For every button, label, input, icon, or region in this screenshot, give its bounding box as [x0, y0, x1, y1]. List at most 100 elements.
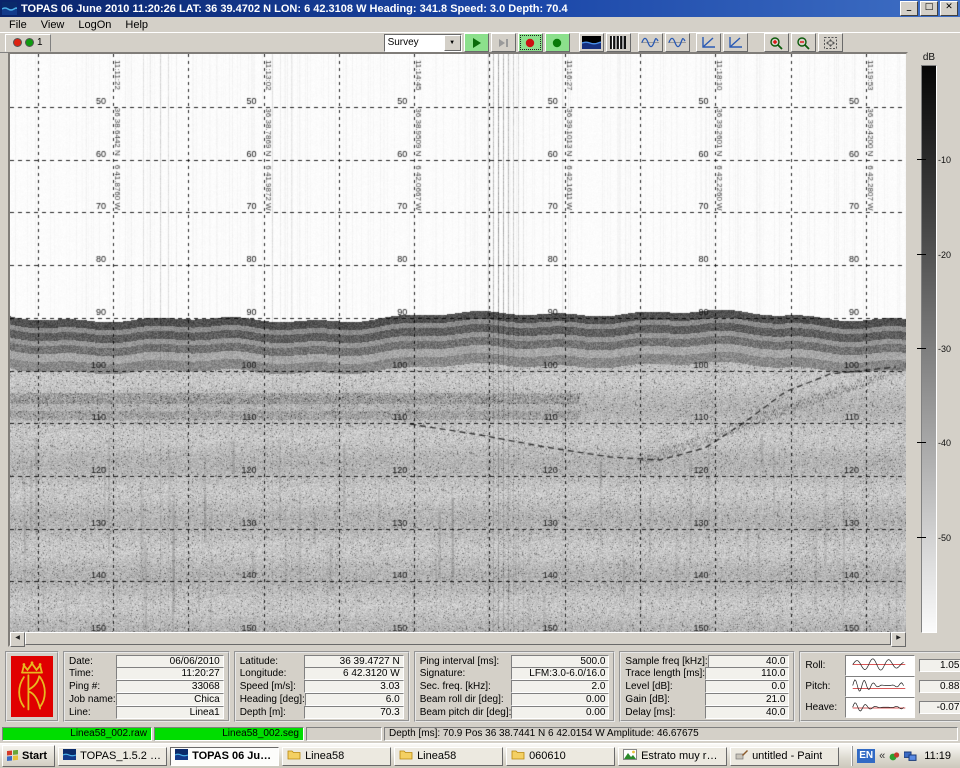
status-bar: Linea58_002.raw Linea58_002.seg Depth [m… — [0, 726, 960, 742]
field-row: Beam roll dir [deg]:0.00 — [420, 693, 610, 705]
record-led-red-icon — [13, 38, 22, 47]
menu-help[interactable]: Help — [118, 19, 155, 31]
axes-icon — [700, 36, 716, 49]
field-row: Ping #:33068 — [69, 681, 224, 693]
pitch-waveform — [845, 676, 915, 697]
single-trace-b-button[interactable] — [665, 33, 690, 52]
record-raw-button[interactable] — [518, 33, 543, 52]
motion-row: Pitch:0.88 — [805, 676, 960, 697]
survey-mode-select[interactable]: Survey ▼ — [384, 34, 462, 52]
window-maximize-button[interactable]: □ — [920, 1, 938, 16]
window-close-button[interactable]: ✕ — [940, 1, 958, 16]
motion-value: 1.05 — [919, 659, 960, 672]
db-tick — [917, 348, 926, 349]
field-row: Sec. freq. [kHz]:2.0 — [420, 681, 610, 693]
record-processed-button[interactable] — [545, 33, 570, 52]
field-label: Job name: — [69, 694, 116, 705]
db-tick-label: -40 — [938, 438, 951, 448]
field-label: Ping interval [ms]: — [420, 656, 512, 667]
field-value: 6.0 — [305, 693, 404, 706]
taskbar-item-5[interactable]: 060610 — [506, 747, 615, 766]
tray-network-icon[interactable] — [904, 751, 917, 762]
window-minimize-button[interactable]: _ — [900, 1, 918, 16]
menu-file[interactable]: File — [2, 19, 34, 31]
taskbar-item-label: 060610 — [529, 750, 566, 762]
single-ping-button[interactable] — [491, 33, 516, 52]
transmit-group: Ping interval [ms]:500.0Signature:LFM:3.… — [414, 651, 616, 722]
db-tick — [917, 159, 926, 160]
tray-app-icon[interactable] — [889, 751, 900, 762]
taskbar-item-6[interactable]: Estrato muy reflectivo ... — [618, 747, 727, 766]
green-dot-icon — [550, 37, 564, 49]
echogram-canvas[interactable] — [10, 54, 906, 632]
field-row: Heading [deg]:6.0 — [240, 693, 404, 705]
echogram-view-button[interactable] — [579, 33, 604, 52]
echogram-icon — [582, 36, 601, 49]
survey-dropdown-arrow-icon[interactable]: ▼ — [444, 35, 461, 51]
scope-a-button[interactable] — [696, 33, 721, 52]
field-label: Longitude: — [240, 668, 304, 679]
taskbar-clock: 11:19 — [921, 750, 954, 762]
field-value: 3.03 — [304, 680, 404, 693]
scroll-thumb[interactable] — [25, 632, 891, 645]
logo-group — [5, 651, 59, 722]
acquisition-group: Date:06/06/2010Time:11:20:27Ping #:33068… — [63, 651, 230, 722]
taskbar-item-7[interactable]: untitled - Paint — [730, 747, 839, 766]
field-value: 06/06/2010 — [116, 655, 224, 668]
db-tick-label: -10 — [938, 155, 951, 165]
fit-icon — [823, 36, 838, 50]
channel-tab-label: 1 — [37, 37, 43, 48]
field-value: 70.3 — [304, 706, 404, 719]
field-row: Sample freq [kHz]:40.0 — [625, 655, 789, 667]
taskbar-item-label: Linea58 — [417, 750, 456, 762]
tray-chevron-icon[interactable]: « — [879, 750, 885, 762]
field-value: 0.00 — [511, 693, 609, 706]
taskbar-item-3[interactable]: Linea58 — [282, 747, 391, 766]
db-tick — [917, 254, 926, 255]
field-label: Time: — [69, 668, 116, 679]
field-label: Date: — [69, 656, 116, 667]
field-row: Gain [dB]:21.0 — [625, 693, 789, 705]
scope-b-button[interactable] — [723, 33, 748, 52]
field-label: Beam roll dir [deg]: — [420, 694, 512, 705]
single-trace-a-button[interactable] — [638, 33, 663, 52]
image-icon — [623, 749, 637, 763]
wiggle-view-button[interactable] — [606, 33, 631, 52]
field-label: Speed [m/s]: — [240, 681, 304, 692]
taskbar-item-4[interactable]: Linea58 — [394, 747, 503, 766]
motion-value: 0.88 — [919, 680, 960, 693]
field-value: 6 42.3120 W — [304, 667, 404, 680]
motion-row: Heave:-0.07 — [805, 697, 960, 718]
zoom-out-button[interactable] — [791, 33, 816, 52]
start-pinging-button[interactable] — [464, 33, 489, 52]
db-tick-label: -30 — [938, 344, 951, 354]
fit-view-button[interactable] — [818, 33, 843, 52]
taskbar-item-label: Linea58 — [305, 750, 344, 762]
language-indicator[interactable]: EN — [857, 749, 875, 763]
axes-icon — [727, 36, 743, 49]
db-tick — [917, 537, 926, 538]
field-value: 0.0 — [705, 680, 789, 693]
zoom-in-button[interactable] — [764, 33, 789, 52]
scroll-right-button[interactable]: ▶ — [891, 632, 906, 647]
menu-logon[interactable]: LogOn — [71, 19, 118, 31]
field-label: Delay [ms]: — [625, 707, 705, 718]
taskbar-item-label: untitled - Paint — [752, 750, 822, 762]
channel-tab-1[interactable]: 1 — [5, 34, 51, 52]
field-value: 110.0 — [705, 667, 789, 680]
db-scale-label: dB — [918, 52, 940, 63]
heave-waveform — [845, 697, 915, 718]
field-row: Latitude:36 39.4727 N — [240, 655, 404, 667]
scroll-left-button[interactable]: ◀ — [10, 632, 25, 647]
start-button[interactable]: Start — [2, 745, 55, 767]
taskbar-item-1[interactable]: TOPAS_1.5.2 Mki — [58, 747, 167, 766]
echogram-hscrollbar[interactable]: ◀ ▶ — [10, 632, 906, 645]
taskbar-item-2[interactable]: TOPAS 06 June 2... — [170, 747, 279, 766]
field-value: 40.0 — [705, 706, 789, 719]
field-value: 40.0 — [708, 655, 790, 668]
kongsberg-crest-icon — [14, 659, 50, 715]
echogram-panel: ◀ ▶ — [8, 52, 908, 647]
step-icon — [496, 37, 510, 49]
zoom-in-icon — [769, 36, 784, 50]
menu-view[interactable]: View — [34, 19, 72, 31]
